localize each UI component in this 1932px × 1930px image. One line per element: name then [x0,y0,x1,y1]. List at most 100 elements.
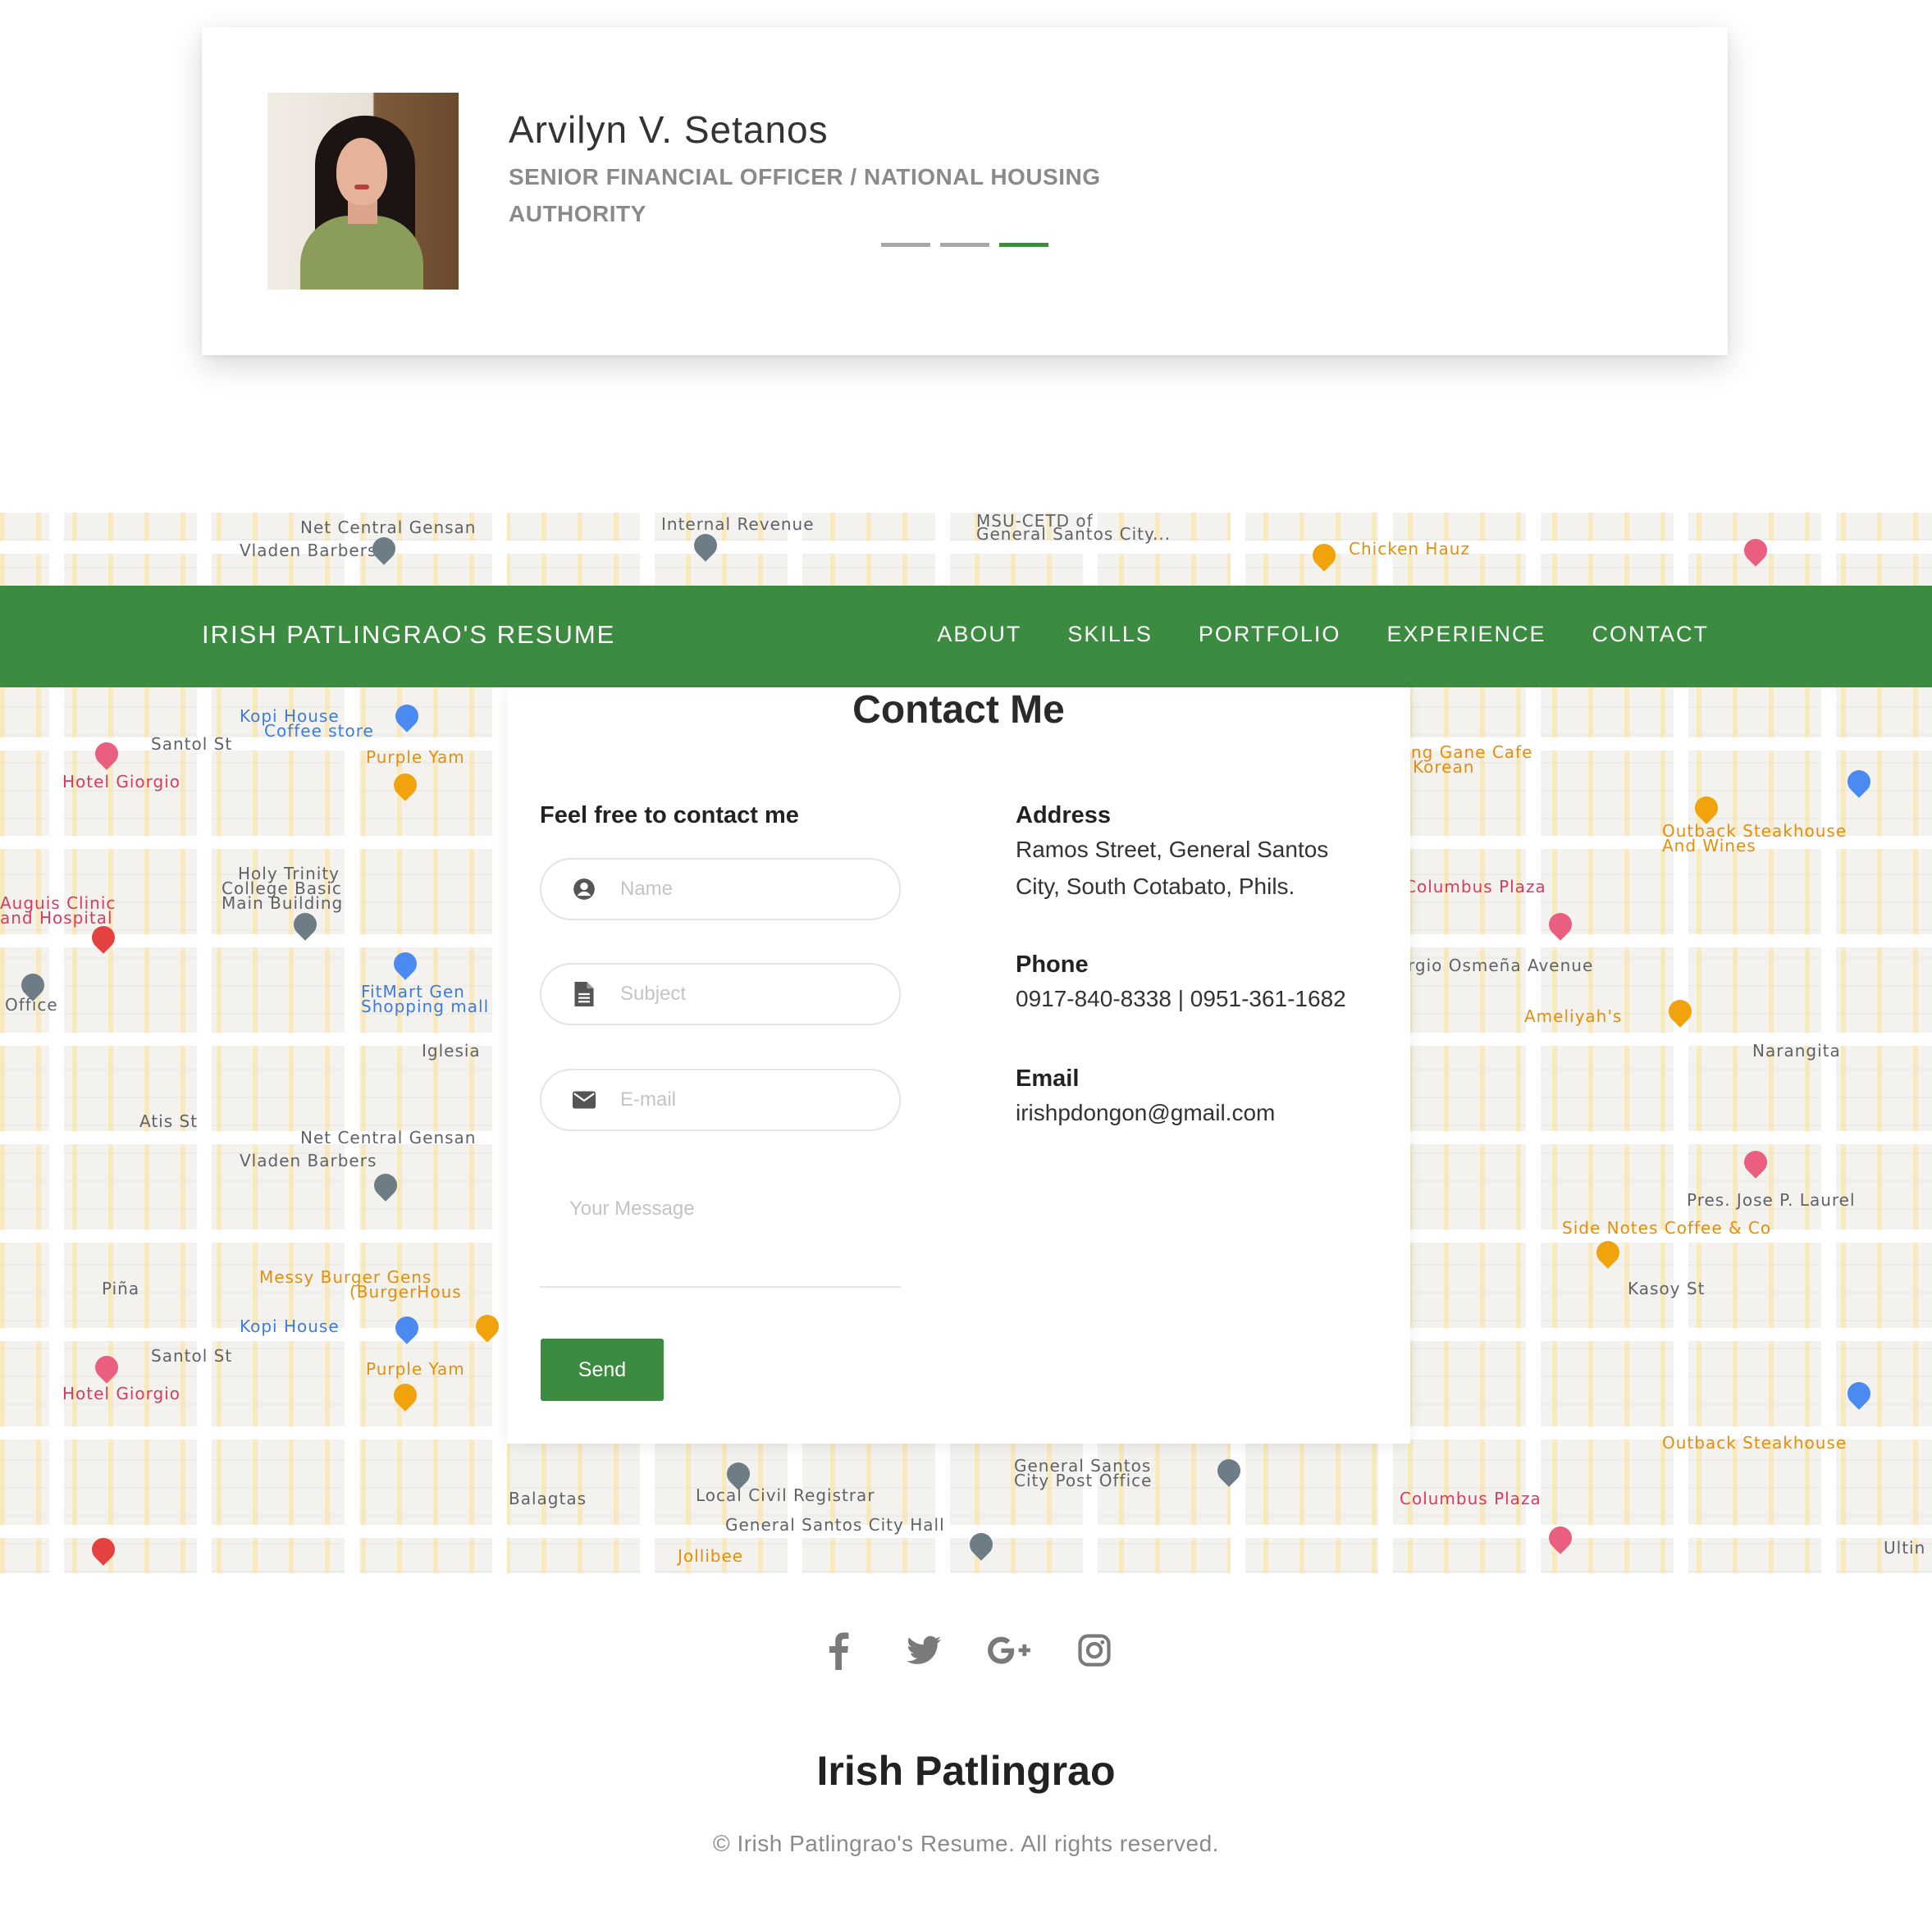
email-block: Email irishpdongon@gmail.com [1016,1065,1377,1131]
carousel-indicator-3[interactable] [999,243,1048,247]
envelope-icon [573,1088,596,1111]
contact-form-title: Feel free to contact me [540,802,799,828]
address-label: Address [1016,802,1112,828]
map-label: Purple Yam [366,747,465,767]
map-label: Net Central Gensan [300,518,477,537]
map-pin [389,947,422,980]
carousel-indicator-1[interactable] [881,243,930,247]
testimonial-card: Arvilyn V. Setanos SENIOR FINANCIAL OFFI… [202,27,1728,355]
map-label: and Hospital [0,908,113,928]
map-label: Hotel Giorgio [62,772,180,792]
map-label: Ultin [1884,1538,1926,1558]
map-pin [1843,765,1875,798]
map-label: General Santos City... [976,524,1172,544]
map-label: Vladen Barbers [240,1151,377,1170]
phone-label: Phone [1016,951,1089,978]
map-label: Internal Revenue [661,514,815,534]
map-label: Vladen Barbers [240,541,377,560]
map-label: Main Building [222,893,344,913]
document-icon [573,982,596,1006]
map-label: Local Civil Registrar [696,1485,875,1505]
map-pin [1739,1146,1772,1179]
map-pin [87,1533,120,1566]
nav-link-skills[interactable]: SKILLS [1067,622,1153,647]
map-pin [391,700,423,732]
map-pin [289,908,322,941]
map-label: Columbus Plaza [1404,877,1546,897]
map-pin [1544,908,1577,941]
map-label: Side Notes Coffee & Co [1562,1218,1772,1238]
nav-link-portfolio[interactable]: PORTFOLIO [1199,622,1341,647]
nav-links: ABOUT SKILLS PORTFOLIO EXPERIENCE CONTAC… [937,622,1709,647]
map-label: And Wines [1662,836,1756,855]
map-label: City Post Office [1014,1471,1153,1490]
map-label: Hotel Giorgio [62,1384,180,1403]
testimonial-name: Arvilyn V. Setanos [509,108,829,151]
copyright-text: © Irish Patlingrao's Resume. All rights … [713,1831,1219,1856]
map-pin [1664,995,1697,1028]
carousel-indicators [881,243,1048,247]
facebook-icon[interactable] [816,1628,861,1672]
map-pin [1739,534,1772,567]
user-icon [573,878,596,901]
carousel-indicator-2[interactable] [940,243,989,247]
map-pin [369,1169,402,1202]
testimonial-avatar [267,93,459,290]
contact-title: Contact Me [852,688,1065,732]
email-field[interactable] [540,1069,901,1131]
map-label: Outback Steakhouse [1662,1433,1848,1453]
map-pin [965,1528,998,1561]
google-plus-icon[interactable] [987,1628,1031,1672]
email-label: Email [1016,1065,1080,1092]
name-field[interactable] [540,858,901,920]
map-label: Atis St [139,1111,199,1131]
nav-link-about[interactable]: ABOUT [937,622,1021,647]
map-label: Santol St [151,1346,233,1366]
map-label: Columbus Plaza [1400,1489,1541,1508]
map-pin [1843,1377,1875,1410]
map-label: rgio Osmeña Avenue [1408,956,1594,975]
map-label: Piña [102,1279,140,1298]
map-label: (BurgerHous [349,1282,462,1302]
map-pin [471,1310,504,1343]
map-pin [389,769,422,801]
contact-card: Contact Me Feel free to contact me Send … [507,687,1410,1444]
subject-input[interactable] [620,983,866,1006]
email-input[interactable] [620,1088,866,1111]
map-pin [689,529,722,562]
footer-name: Irish Patlingrao [816,1748,1116,1794]
send-button[interactable]: Send [541,1339,664,1401]
nav-link-experience[interactable]: EXPERIENCE [1386,622,1546,647]
map-pin [90,1351,123,1384]
twitter-icon[interactable] [902,1628,946,1672]
map-label: Kasoy St [1628,1279,1706,1298]
navbar: IRISH PATLINGRAO'S RESUME ABOUT SKILLS P… [0,586,1932,687]
navbar-brand[interactable]: IRISH PATLINGRAO'S RESUME [202,620,615,650]
map-label: Chicken Hauz [1349,539,1470,559]
message-textarea[interactable] [540,1179,901,1288]
map-pin [1544,1522,1577,1554]
address-block: Address Ramos Street, General Santos Cit… [1016,802,1377,905]
instagram-icon[interactable] [1072,1628,1117,1672]
map-label: Narangita [1752,1041,1841,1061]
map-pin [1592,1236,1624,1269]
phone-block: Phone 0917-840-8338 | 0951-361-1682 [1016,951,1377,1017]
map-pin [1690,792,1723,824]
map-pin [389,1379,422,1412]
nav-link-contact[interactable]: CONTACT [1592,622,1710,647]
map-label: Iglesia [422,1041,481,1061]
map-label: Santol St [151,734,233,754]
subject-field[interactable] [540,963,901,1025]
map-label: Net Central Gensan [300,1128,477,1148]
testimonial-role: SENIOR FINANCIAL OFFICER / NATIONAL HOUS… [509,164,1101,226]
map-pin [1213,1454,1245,1487]
map-pin [90,737,123,770]
name-input[interactable] [620,878,866,901]
map-label: Jollibee [678,1546,744,1566]
map-label: General Santos City Hall [725,1515,945,1535]
map-label: Purple Yam [366,1359,465,1379]
address-value: Ramos Street, General Santos City, South… [1016,837,1329,899]
map-label: Balagtas [509,1489,587,1508]
map-label: Korean [1413,757,1475,777]
map-pin [1308,539,1341,572]
